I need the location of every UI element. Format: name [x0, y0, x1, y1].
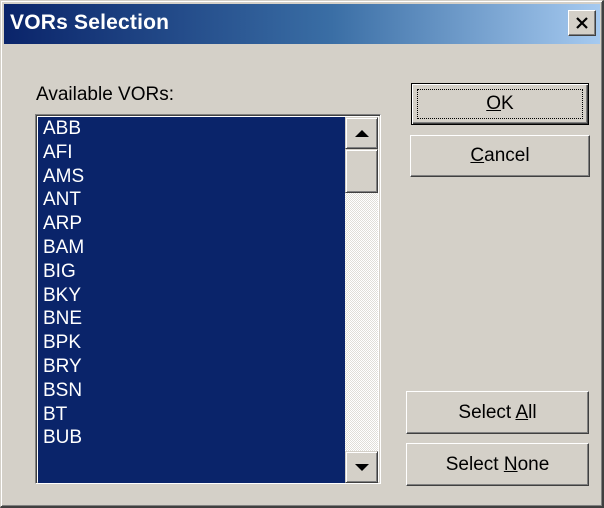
dialog-title: VORs Selection	[10, 11, 170, 34]
list-item[interactable]: AFI	[38, 141, 345, 165]
title-bar[interactable]: VORs Selection	[4, 4, 600, 44]
close-button[interactable]	[568, 10, 596, 36]
select-none-button[interactable]: Select None	[406, 443, 589, 486]
list-item[interactable]: BPK	[38, 331, 345, 355]
cancel-button[interactable]: Cancel	[410, 135, 590, 177]
vors-list[interactable]: ABB AFI AMS ANT ARP BAM BIG BKY BNE BPK BRY BSN BT BU…	[38, 117, 345, 483]
select-all-button-label: Select All	[458, 401, 537, 423]
vertical-scrollbar[interactable]	[345, 117, 378, 483]
cancel-button-label: Cancel	[470, 145, 530, 166]
vors-selection-dialog: VORs Selection Available VORs: ABB AFI AMS…	[0, 0, 604, 508]
list-item[interactable]: BIG	[38, 260, 345, 284]
scroll-down-button[interactable]	[345, 451, 378, 483]
close-icon	[576, 17, 588, 29]
list-item[interactable]: BT	[38, 403, 345, 427]
vors-listbox[interactable]: ABB AFI AMS ANT ARP BAM BIG BKY BNE BPK BRY BSN BT BU…	[35, 114, 381, 484]
list-item[interactable]: BSN	[38, 379, 345, 403]
list-item[interactable]: BAM	[38, 236, 345, 260]
ok-button[interactable]: OK	[411, 83, 589, 125]
list-item[interactable]: ABB	[38, 117, 345, 141]
list-item[interactable]: ANT	[38, 188, 345, 212]
scroll-thumb[interactable]	[345, 149, 378, 193]
ok-button-label: OK	[486, 93, 514, 114]
select-none-button-label: Select None	[445, 453, 550, 475]
list-item[interactable]: BRY	[38, 355, 345, 379]
list-item[interactable]: ARP	[38, 212, 345, 236]
list-item[interactable]: BKY	[38, 284, 345, 308]
select-all-button[interactable]: Select All	[406, 391, 589, 434]
scroll-up-button[interactable]	[345, 117, 378, 149]
arrow-up-icon	[354, 129, 369, 137]
available-vors-label: Available VORs:	[36, 84, 174, 105]
list-item[interactable]: AMS	[38, 165, 345, 189]
arrow-down-icon	[354, 463, 369, 471]
list-item[interactable]: BUB	[38, 426, 345, 450]
list-item[interactable]: BNE	[38, 307, 345, 331]
